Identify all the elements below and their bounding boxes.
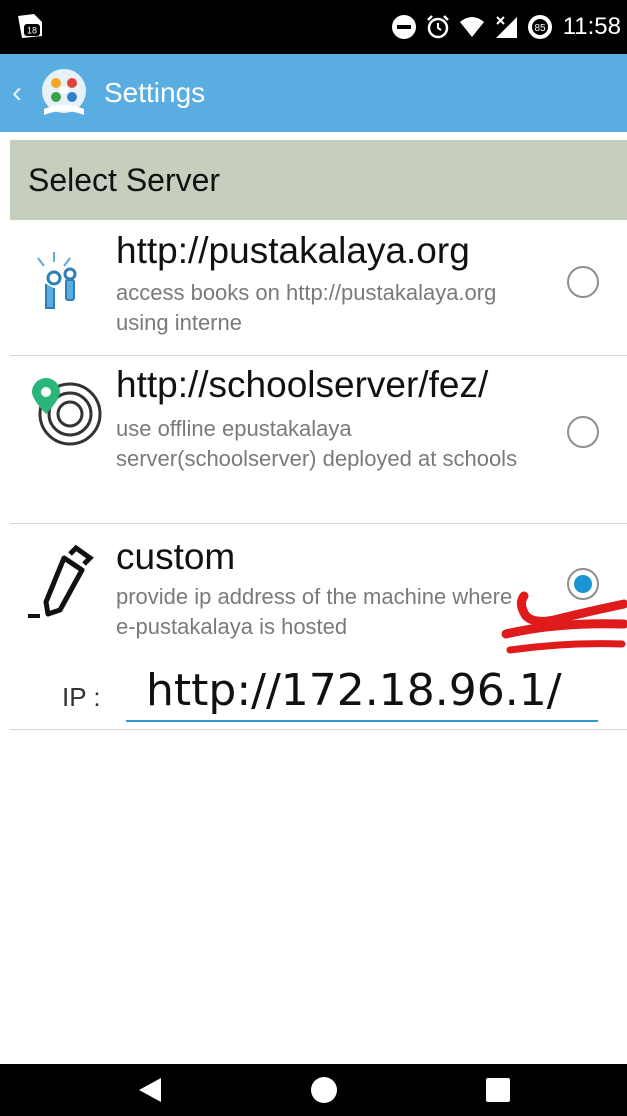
nav-back-button[interactable] <box>120 1064 180 1116</box>
ip-label: IP : <box>62 682 101 712</box>
up-navigation-button[interactable]: ‹ <box>12 76 36 110</box>
server-option-title: custom <box>116 536 236 577</box>
server-option-pustakalaya[interactable]: http://pustakalaya.org access books on h… <box>10 220 627 356</box>
nav-recents-button[interactable] <box>468 1064 528 1116</box>
battery-saver-icon: 85 <box>527 15 552 39</box>
antenna-icon <box>37 252 77 309</box>
app-bar: ‹ Settings <box>0 54 627 132</box>
pencil-icon <box>28 544 94 618</box>
server-option-title: http://pustakalaya.org <box>116 230 470 271</box>
cellular-signal-icon <box>495 16 517 38</box>
server-option-description: access books on http://pustakalaya.org u… <box>116 280 497 335</box>
do-not-disturb-icon <box>391 15 416 39</box>
ip-row: IP : <box>10 660 627 730</box>
server-option-title: http://schoolserver/fez/ <box>116 364 489 405</box>
server-option-description: use offline epustakalaya server(schoolse… <box>116 416 518 471</box>
ip-address-field[interactable] <box>126 660 598 722</box>
app-logo-icon[interactable] <box>36 65 92 121</box>
server-radio-pustakalaya[interactable] <box>567 266 599 298</box>
status-time: 11:58 <box>562 13 621 40</box>
notification-badge-icon: 18 <box>18 14 42 38</box>
server-option-description: provide ip address of the machine where … <box>116 584 513 639</box>
alarm-icon <box>426 15 449 39</box>
page-title: Settings <box>104 77 206 108</box>
battery-level: 85 <box>534 23 546 34</box>
server-radio-schoolserver[interactable] <box>567 416 599 448</box>
back-triangle-icon <box>139 1078 161 1102</box>
status-bar: 18 85 11:58 <box>0 0 627 54</box>
home-circle-icon <box>311 1077 337 1103</box>
wifi-icon <box>459 17 484 37</box>
recents-square-icon <box>486 1078 510 1102</box>
location-pin-icon <box>32 378 102 446</box>
nav-home-button[interactable] <box>294 1064 354 1116</box>
section-header: Select Server <box>10 140 627 220</box>
notification-badge-count: 18 <box>27 26 37 36</box>
server-option-schoolserver[interactable]: http://schoolserver/fez/ use offline epu… <box>10 356 627 524</box>
annotation-scribble <box>501 591 627 654</box>
navigation-bar <box>0 1064 627 1116</box>
section-title: Select Server <box>28 161 221 198</box>
